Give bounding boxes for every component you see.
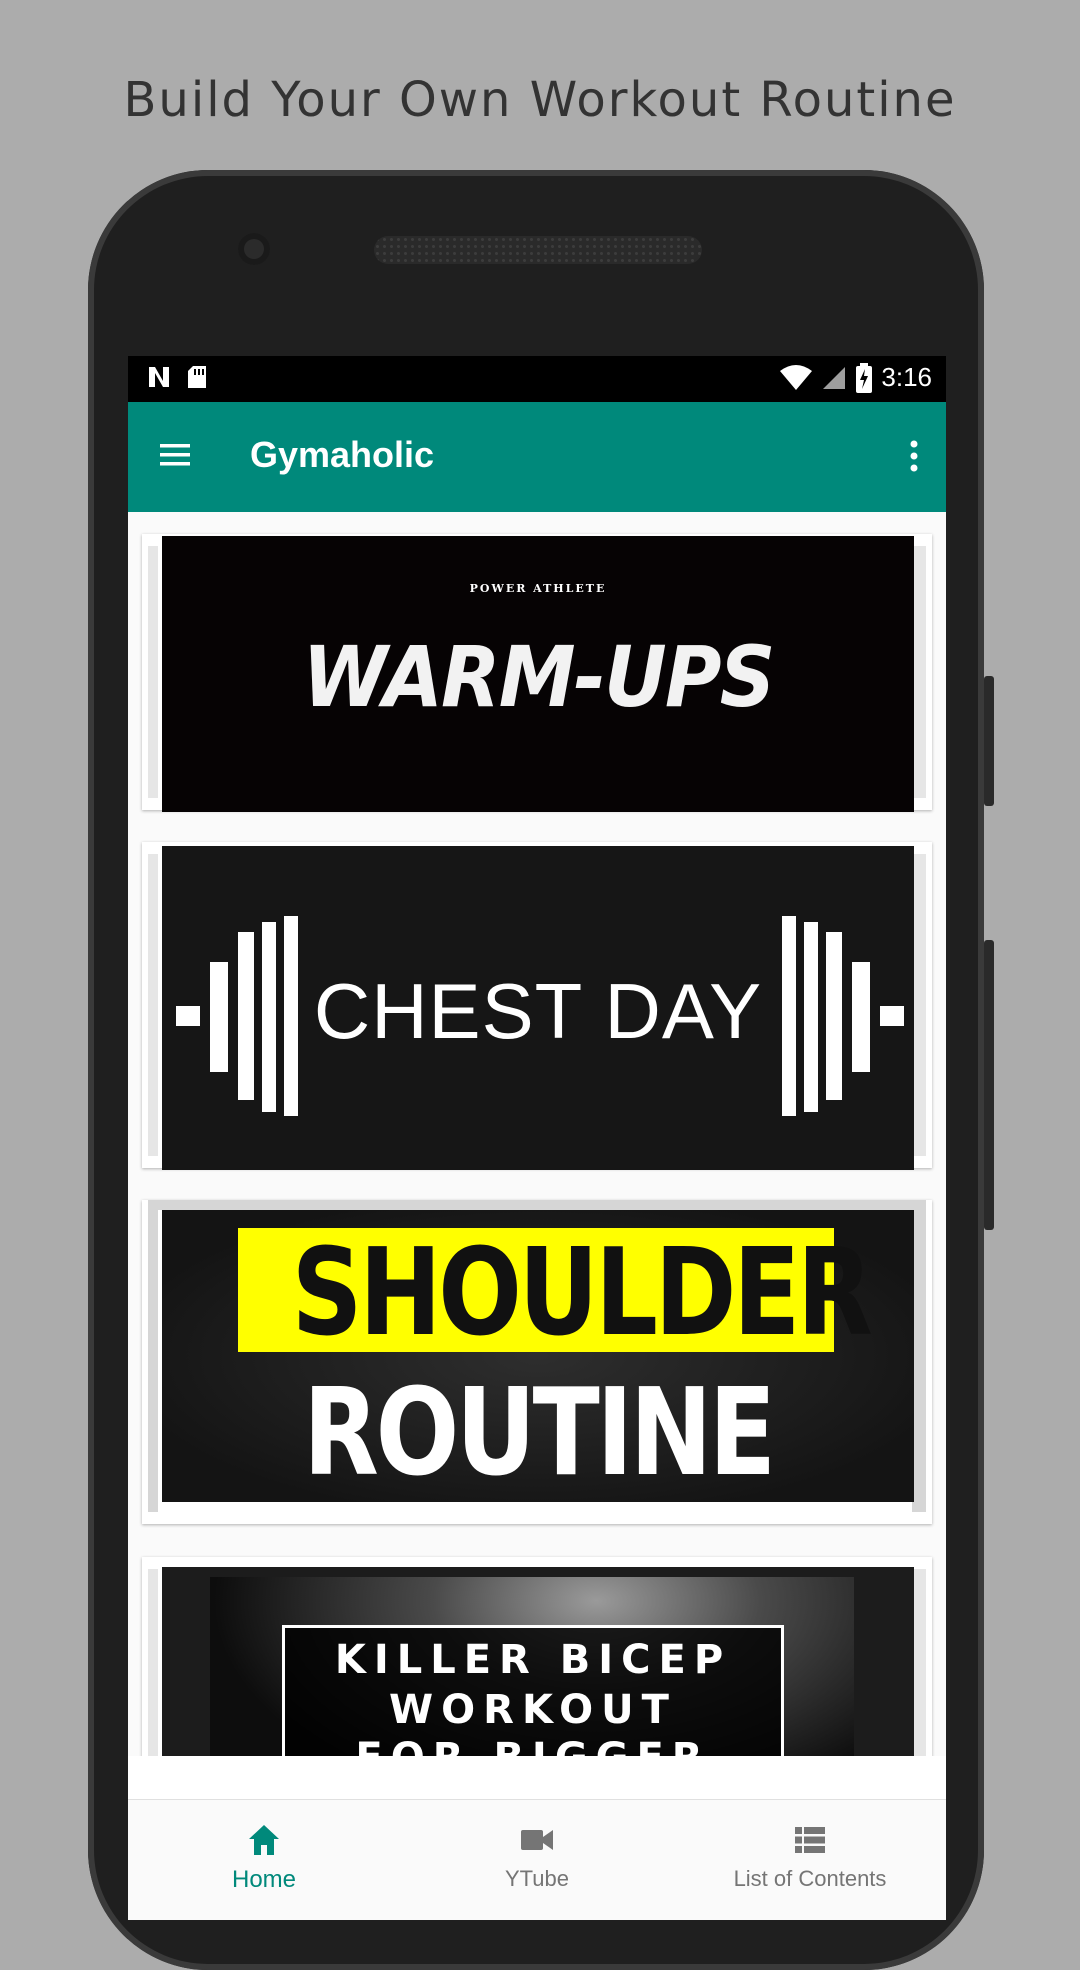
chest-day-title: CHEST DAY bbox=[313, 967, 763, 1055]
warm-ups-subtitle: POWER ATHLETE bbox=[469, 582, 607, 595]
warm-ups-title: WARM-UPS bbox=[302, 628, 775, 726]
bicep-banner: KILLER BICEP WORKOUT FOR BIGGER bbox=[162, 1567, 914, 1756]
list-icon bbox=[795, 1827, 825, 1853]
card-bicep-workout[interactable]: KILLER BICEP WORKOUT FOR BIGGER bbox=[142, 1557, 932, 1756]
nav-ytube-label: YTube bbox=[504, 1866, 569, 1891]
video-camera-icon bbox=[521, 1830, 553, 1850]
right-barbell-icon bbox=[782, 916, 904, 1116]
nav-ytube[interactable]: YTube bbox=[400, 1800, 674, 1920]
cell-signal-icon bbox=[823, 366, 846, 389]
card-shoulder-routine[interactable]: SHOULDER ROUTINE bbox=[142, 1200, 932, 1524]
shoulder-banner: SHOULDER ROUTINE bbox=[162, 1210, 914, 1502]
app-bar: Gymaholic bbox=[128, 402, 946, 512]
bicep-line3: FOR BIGGER bbox=[282, 1735, 784, 1756]
card-warm-ups[interactable]: POWER ATHLETE WARM-UPS bbox=[142, 534, 932, 812]
status-bar: 3:16 bbox=[128, 356, 946, 402]
chest-day-banner: CHEST DAY bbox=[162, 846, 914, 1170]
bicep-line1: KILLER BICEP bbox=[334, 1637, 732, 1683]
home-icon bbox=[249, 1825, 279, 1855]
nfc-notification-icon bbox=[149, 367, 169, 387]
battery-charging-icon bbox=[856, 362, 873, 393]
front-camera bbox=[238, 233, 270, 265]
phone-side-button-lower bbox=[984, 940, 994, 1230]
shoulder-title-line2: ROUTINE bbox=[303, 1364, 776, 1502]
phone-side-button-upper bbox=[984, 676, 994, 806]
phone-screen: 3:16 Gymaholic POWER ATHLETE WARM-UPS CH… bbox=[128, 356, 946, 1920]
earpiece-speaker bbox=[374, 236, 702, 264]
workout-list: POWER ATHLETE WARM-UPS CHEST DAY SHOULDE… bbox=[128, 512, 946, 1756]
nav-home[interactable]: Home bbox=[128, 1800, 400, 1920]
left-barbell-icon bbox=[176, 916, 298, 1116]
nav-list-of-contents[interactable]: List of Contents bbox=[674, 1800, 946, 1920]
sd-card-icon bbox=[188, 366, 206, 388]
promo-caption: Build Your Own Workout Routine bbox=[123, 72, 957, 128]
shoulder-title-line1: SHOULDER bbox=[291, 1224, 873, 1363]
menu-icon[interactable] bbox=[158, 440, 194, 470]
warm-ups-banner: POWER ATHLETE WARM-UPS bbox=[162, 536, 914, 812]
status-time: 3:16 bbox=[881, 362, 932, 392]
overflow-menu-icon[interactable] bbox=[908, 438, 920, 474]
nav-home-label: Home bbox=[231, 1866, 297, 1893]
bottom-navigation: Home YTube List of Contents bbox=[128, 1799, 946, 1920]
card-chest-day[interactable]: CHEST DAY bbox=[142, 842, 932, 1170]
bicep-line2: WORKOUT bbox=[389, 1687, 677, 1733]
app-title: Gymaholic bbox=[250, 434, 435, 475]
wifi-icon bbox=[780, 364, 813, 390]
nav-list-of-contents-label: List of Contents bbox=[733, 1866, 887, 1891]
